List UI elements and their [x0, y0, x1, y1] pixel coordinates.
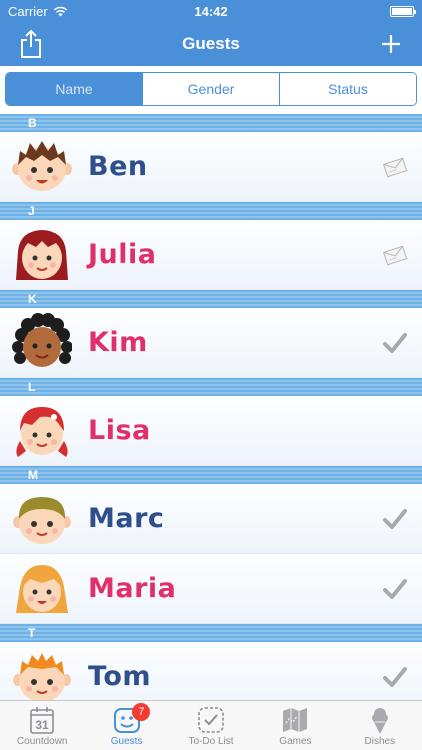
- segment-name[interactable]: Name: [6, 73, 142, 105]
- section-header-b: B: [0, 114, 422, 132]
- segment-gender[interactable]: Gender: [142, 73, 279, 105]
- games-icon: [283, 708, 308, 732]
- guest-name: Julia: [88, 239, 157, 270]
- plus-icon: [382, 35, 400, 53]
- guest-row-maria[interactable]: Maria: [0, 554, 422, 624]
- tab-bar: 31 Countdown 7 Guests To-Do List Games D…: [0, 700, 422, 750]
- add-guest-button[interactable]: [376, 28, 406, 60]
- sort-segmented-control: Name Gender Status: [5, 72, 417, 106]
- section-header-t: T: [0, 624, 422, 642]
- tab-dishes[interactable]: Dishes: [338, 701, 422, 750]
- girl-avatar-icon: [16, 229, 68, 280]
- girl-avatar-icon: [16, 406, 68, 457]
- boy-avatar-icon: [12, 140, 72, 191]
- carrier-label: Carrier: [8, 3, 48, 19]
- girl-avatar-icon: [16, 564, 68, 613]
- checkmark-icon: [383, 667, 407, 687]
- share-button[interactable]: [16, 28, 46, 60]
- tab-label: To-Do List: [188, 736, 234, 747]
- tab-label: Games: [279, 736, 312, 747]
- guest-row-julia[interactable]: Julia: [0, 220, 422, 290]
- girl-avatar-icon: [12, 312, 72, 367]
- guest-row-marc[interactable]: Marc: [0, 484, 422, 554]
- guest-row-kim[interactable]: Kim: [0, 308, 422, 378]
- calendar-day: 31: [36, 718, 50, 732]
- tab-games[interactable]: Games: [253, 701, 337, 750]
- guest-row-ben[interactable]: Ben: [0, 132, 422, 202]
- boy-avatar-icon: [13, 496, 71, 544]
- sort-segment-container: Name Gender Status: [0, 66, 422, 114]
- guest-name: Ben: [88, 151, 148, 182]
- battery-icon: [390, 5, 416, 17]
- tab-todo-list[interactable]: To-Do List: [169, 701, 253, 750]
- guest-row-tom[interactable]: Tom: [0, 642, 422, 700]
- page-title: Guests: [182, 34, 240, 53]
- guest-name: Marc: [88, 503, 165, 534]
- navigation-bar: Guests: [0, 22, 422, 66]
- guest-row-lisa[interactable]: Lisa: [0, 396, 422, 466]
- checkmark-icon: [383, 333, 407, 353]
- checkmark-icon: [383, 509, 407, 529]
- tab-label: Guests: [110, 736, 143, 747]
- guest-name: Maria: [88, 573, 177, 604]
- tab-label: Countdown: [16, 736, 68, 747]
- tab-guests[interactable]: 7 Guests: [84, 701, 168, 750]
- section-header-k: K: [0, 290, 422, 308]
- status-bar: Carrier 14:42: [0, 0, 422, 22]
- segment-status[interactable]: Status: [279, 73, 416, 105]
- guest-name: Tom: [88, 661, 152, 692]
- tab-label: Dishes: [364, 736, 396, 747]
- invitation-icon: [383, 245, 408, 266]
- guest-name: Kim: [88, 327, 148, 358]
- share-icon: [21, 30, 41, 58]
- dishes-icon: [371, 708, 388, 734]
- boy-avatar-icon: [13, 652, 71, 700]
- guest-name: Lisa: [88, 415, 151, 446]
- calendar-icon: 31: [30, 707, 55, 734]
- guest-list[interactable]: B Ben J Julia K Kim L Lisa M Marc Maria …: [0, 114, 422, 700]
- section-header-l: L: [0, 378, 422, 396]
- section-header-j: J: [0, 202, 422, 220]
- checkmark-icon: [383, 579, 407, 599]
- tab-countdown[interactable]: 31 Countdown: [0, 701, 84, 750]
- invitation-icon: [383, 157, 408, 178]
- wifi-icon: [53, 6, 67, 16]
- todo-icon: [198, 707, 224, 733]
- section-header-m: M: [0, 466, 422, 484]
- guests-badge: 7: [132, 703, 151, 721]
